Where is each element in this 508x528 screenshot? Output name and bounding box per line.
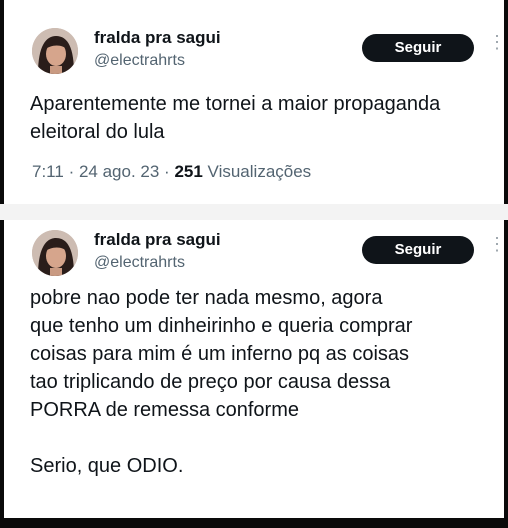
tweet-text-line: que tenho um dinheirinho e queria compra…: [30, 315, 413, 337]
more-options-icon[interactable]: ⋮: [488, 33, 506, 51]
tweet-text: Aparentemente me tornei a maior propagan…: [30, 93, 441, 143]
tweet-meta: 7:11 · 24 ago. 23 · 251 Visualizações: [32, 162, 311, 182]
follow-button[interactable]: Seguir: [362, 236, 474, 264]
tweet-divider: [0, 204, 508, 220]
username-handle[interactable]: @electrahrts: [94, 52, 185, 70]
tweet-text-line: pobre nao pode ter nada mesmo, agora: [30, 287, 383, 309]
display-name[interactable]: fralda pra sagui: [94, 28, 221, 48]
more-options-icon[interactable]: ⋮: [488, 235, 506, 253]
meta-separator: ·: [68, 162, 79, 181]
tweet-text-line: coisas para mim é um inferno pq as coisa…: [30, 343, 410, 365]
tweet-card-1: fralda pra sagui @electrahrts Seguir ⋮ A…: [10, 10, 506, 202]
tweet-text-line: PORRA de remessa conforme: [30, 399, 299, 421]
display-name[interactable]: fralda pra sagui: [94, 230, 221, 250]
frame-bottom-edge: [0, 518, 508, 528]
tweet-text-line: Serio, que ODIO.: [30, 455, 184, 477]
tweet-date[interactable]: 24 ago. 23: [79, 162, 159, 181]
follow-button[interactable]: Seguir: [362, 34, 474, 62]
views-label: Visualizações: [207, 162, 312, 181]
avatar[interactable]: [32, 230, 78, 276]
tweet-time[interactable]: 7:11: [32, 162, 64, 181]
tweet-card-2: fralda pra sagui @electrahrts Seguir ⋮ p…: [10, 222, 506, 516]
meta-separator: ·: [164, 162, 175, 181]
frame-left-edge: [0, 0, 4, 528]
views-count: 251: [174, 162, 203, 181]
tweet-text-line: tao triplicando de preço por causa dessa: [30, 371, 391, 393]
avatar[interactable]: [32, 28, 78, 74]
frame-right-edge: [504, 0, 508, 528]
tweet-text: pobre nao pode ter nada mesmo, agora que…: [30, 284, 498, 480]
username-handle[interactable]: @electrahrts: [94, 254, 185, 272]
